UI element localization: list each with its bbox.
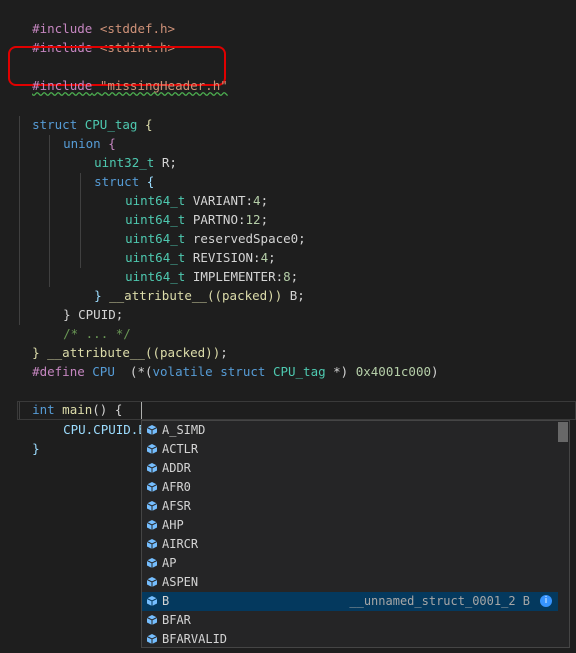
suggestion-label: AFSR: [162, 499, 191, 513]
suggestion-item[interactable]: AFSR: [142, 497, 558, 516]
suggestion-item[interactable]: BFAR: [142, 611, 558, 630]
suggestion-label: ADDR: [162, 461, 191, 475]
paren: ): [431, 364, 439, 379]
suggestion-label: BFAR: [162, 613, 191, 627]
indent-guide: [19, 116, 20, 325]
field-cube-icon: [146, 482, 158, 492]
field-cube-icon: [146, 520, 158, 530]
suggestion-item[interactable]: ASPEN: [142, 573, 558, 592]
suggestion-label: ACTLR: [162, 442, 199, 456]
code-line-2: #include <stdint.h>: [17, 19, 175, 55]
suggestion-item[interactable]: ADDR: [142, 459, 558, 478]
field-cube-icon: [146, 463, 158, 473]
code-line-5: union {: [48, 115, 116, 151]
code-line-field: uint64_t REVISION:4;: [110, 229, 276, 265]
suggest-scrollbar-thumb[interactable]: [558, 422, 568, 442]
paren: (*(: [129, 364, 153, 379]
info-icon[interactable]: i: [540, 595, 552, 607]
include-path: "missingHeader.h": [99, 78, 228, 93]
keyword: volatile: [152, 364, 213, 379]
preprocessor-directive: #include: [32, 78, 93, 93]
code-line-3: #include "missingHeader.h": [17, 57, 228, 93]
code-line-4: struct CPU_tag {: [17, 96, 152, 132]
field-cube-icon: [146, 501, 158, 511]
suggestion-item[interactable]: AHP: [142, 516, 558, 535]
semicolon: ;: [298, 231, 306, 246]
indent-guide: [49, 135, 50, 287]
field-cube-icon: [146, 577, 158, 587]
field-cube-icon: [146, 539, 158, 549]
code-line-16: } __attribute__((packed));: [17, 324, 228, 360]
suggestion-label: AIRCR: [162, 537, 199, 551]
keyword: struct: [220, 364, 266, 379]
code-line-15: /* ... */: [48, 305, 131, 341]
suggestion-detail: __unnamed_struct_0001_2 B: [349, 594, 530, 608]
code-line-field: uint64_t IMPLEMENTER:8;: [110, 248, 298, 284]
type-name: CPU_tag: [272, 364, 326, 379]
suggestion-item-selected[interactable]: B __unnamed_struct_0001_2 B i: [142, 592, 558, 611]
suggestion-label: ASPEN: [162, 575, 199, 589]
error-squiggle[interactable]: #include "missingHeader.h": [32, 78, 228, 93]
code-line-field: uint64_t reservedSpace0;: [110, 210, 306, 246]
suggestion-label: AHP: [162, 518, 184, 532]
suggestion-label: B: [162, 594, 170, 608]
attribute-args: ((packed)): [206, 288, 283, 303]
code-line-13: } __attribute__((packed)) B;: [79, 267, 305, 303]
attribute-keyword: __attribute__: [109, 288, 207, 303]
suggestion-item[interactable]: AFR0: [142, 478, 558, 497]
brace: {: [144, 117, 153, 132]
suggestion-item[interactable]: BFARVALID: [142, 630, 558, 649]
brace: }: [32, 441, 40, 456]
field-cube-icon: [146, 558, 158, 568]
address-literal: 0x4001c000: [355, 364, 431, 379]
suggestion-label: AFR0: [162, 480, 191, 494]
suggestion-label: AP: [162, 556, 177, 570]
code-line-14: } CPUID;: [48, 286, 123, 322]
text-cursor: [141, 402, 142, 419]
macro-name: CPU: [92, 364, 115, 379]
code-line-6: uint32_t R;: [79, 134, 177, 170]
code-line-17: #define CPU (*(volatile struct CPU_tag *…: [17, 343, 438, 379]
suggestion-item[interactable]: AP: [142, 554, 558, 573]
code-line-field: uint64_t VARIANT:4;: [110, 172, 268, 208]
member-access-expression[interactable]: CPU.CPUID.B.: [63, 422, 153, 437]
autocomplete-suggest-widget[interactable]: A_SIMD ACTLR ADDR AFR0 AFSR AHP AIRCR AP…: [141, 420, 570, 648]
preprocessor-directive: #define: [32, 364, 85, 379]
suggestion-label: BFARVALID: [162, 632, 228, 646]
pointer-cast: *): [325, 364, 356, 379]
field-cube-icon: [146, 596, 158, 606]
suggestion-label: A_SIMD: [162, 423, 206, 437]
field-decl: R;: [161, 155, 177, 170]
field-cube-icon: [146, 425, 158, 435]
field-cube-icon: [146, 615, 158, 625]
suggestion-item[interactable]: A_SIMD: [142, 421, 558, 440]
code-line-20: }: [17, 420, 40, 456]
member-decl: B;: [282, 288, 305, 303]
suggestion-item[interactable]: ACTLR: [142, 440, 558, 459]
code-line-1: #include <stddef.h>: [17, 0, 175, 36]
field-cube-icon: [146, 634, 158, 644]
code-line-19[interactable]: CPU.CPUID.B.: [48, 401, 153, 437]
code-line-field: uint64_t PARTNO:12;: [110, 191, 268, 227]
code-line-7: struct {: [79, 153, 154, 189]
field-cube-icon: [146, 444, 158, 454]
code-line-18: int main() {: [17, 381, 122, 417]
suggestion-item[interactable]: AIRCR: [142, 535, 558, 554]
